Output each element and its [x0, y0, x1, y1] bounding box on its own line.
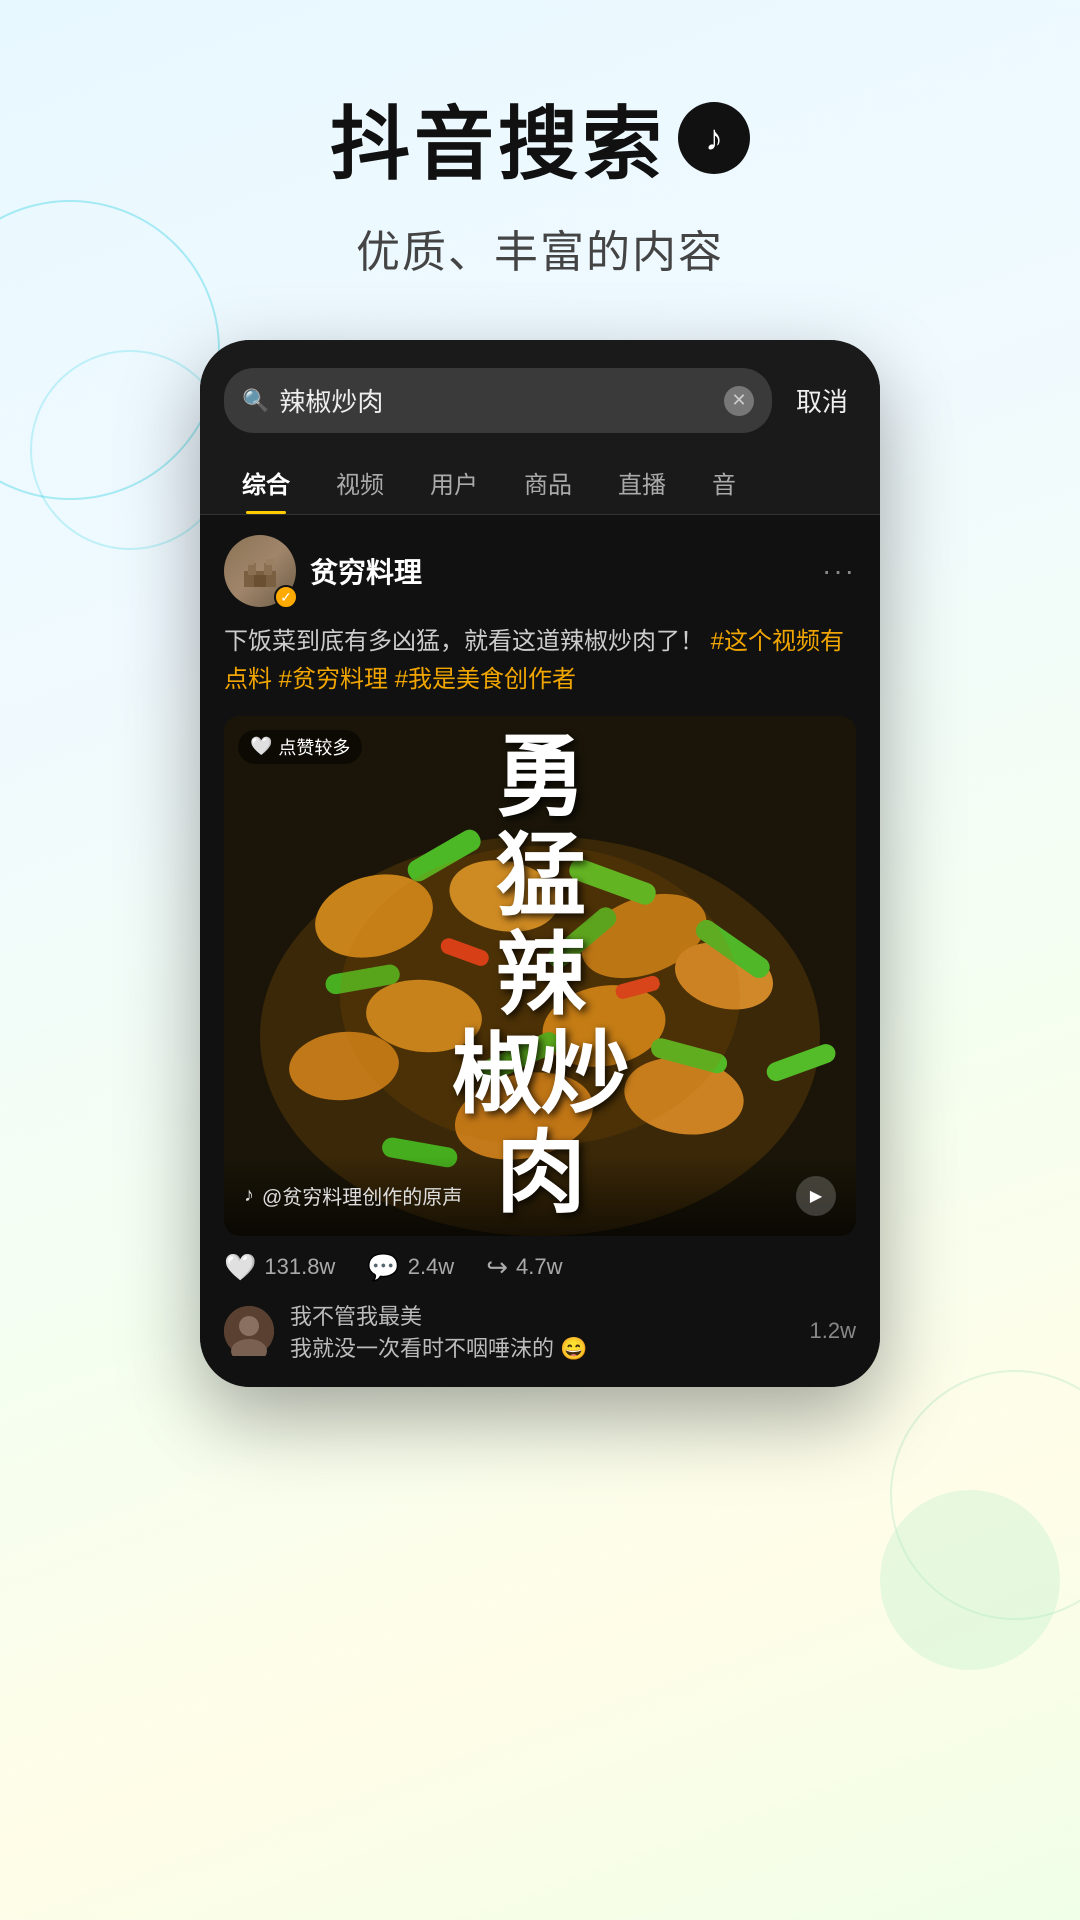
share-count: 4.7w	[516, 1254, 562, 1280]
post-text: 下饭菜到底有多凶猛，就看这道辣椒炒肉了！ #这个视频有点料 #贫穷料理 #我是美…	[224, 623, 856, 700]
search-cancel-button[interactable]: 取消	[788, 382, 856, 419]
tiktok-small-icon: ♪	[244, 1184, 254, 1207]
commenter-name[interactable]: 我不管我最美	[290, 1304, 422, 1329]
comment-icon: 💬	[367, 1252, 399, 1283]
video-image-area: 勇猛辣椒炒肉 ♪ @贫穷料理创作的原声 ▶	[224, 716, 856, 1236]
search-bar-area: 🔍 辣椒炒肉 ✕ 取消	[200, 340, 880, 449]
like-count: 131.8w	[264, 1254, 335, 1280]
action-bar: 🤍 131.8w 💬 2.4w ↪ 4.7w	[224, 1252, 856, 1283]
tab-audio[interactable]: 音	[694, 449, 754, 514]
video-thumbnail[interactable]: 🤍 点赞较多	[224, 716, 856, 1236]
video-calligraphy-text: 勇猛辣椒炒肉	[452, 728, 628, 1223]
badge-heart-icon: 🤍	[250, 736, 272, 757]
hashtag-2[interactable]: #贫穷料理	[279, 666, 388, 693]
video-source-info: ♪ @贫穷料理创作的原声	[244, 1181, 462, 1210]
video-source-text: @贫穷料理创作的原声	[262, 1181, 462, 1210]
play-button[interactable]: ▶	[796, 1176, 836, 1216]
video-badge: 🤍 点赞较多	[238, 730, 362, 764]
title-row: 抖音搜索 ♪	[0, 80, 1080, 196]
phone-container: 🔍 辣椒炒肉 ✕ 取消 综合 视频 用户 商品 直播 音	[0, 340, 1080, 1387]
tab-video[interactable]: 视频	[318, 449, 402, 514]
hashtag-3[interactable]: #我是美食创作者	[395, 666, 576, 693]
phone-mockup: 🔍 辣椒炒肉 ✕ 取消 综合 视频 用户 商品 直播 音	[200, 340, 880, 1387]
comment-preview-count: 1.2w	[810, 1318, 856, 1344]
user-avatar-wrap[interactable]: ✓	[224, 535, 296, 607]
tabs-row: 综合 视频 用户 商品 直播 音	[200, 449, 880, 515]
like-icon: 🤍	[224, 1252, 256, 1283]
comment-preview-row: 我不管我最美 我就没一次看时不咽唾沫的 😄 1.2w	[224, 1299, 856, 1367]
page-header: 抖音搜索 ♪ 优质、丰富的内容	[0, 0, 1080, 320]
search-input-wrap[interactable]: 🔍 辣椒炒肉 ✕	[224, 368, 772, 433]
verified-badge: ✓	[274, 585, 298, 609]
comment-body: 我就没一次看时不咽唾沫的 😄	[290, 1336, 588, 1361]
like-action[interactable]: 🤍 131.8w	[224, 1252, 335, 1283]
subtitle: 优质、丰富的内容	[0, 216, 1080, 280]
tab-user[interactable]: 用户	[412, 449, 496, 514]
tab-live[interactable]: 直播	[600, 449, 684, 514]
content-area: ✓ 贫穷料理 ··· 下饭菜到底有多凶猛，就看这道辣椒炒肉了！ #这个视频有点料…	[200, 515, 880, 1387]
commenter-avatar	[224, 1306, 274, 1356]
more-options-button[interactable]: ···	[822, 555, 856, 587]
comment-preview-text: 我不管我最美 我就没一次看时不咽唾沫的 😄	[290, 1299, 794, 1363]
comment-count: 2.4w	[408, 1254, 454, 1280]
share-icon: ↪	[486, 1252, 508, 1283]
tiktok-logo-badge: ♪	[678, 102, 750, 174]
search-clear-button[interactable]: ✕	[724, 386, 754, 416]
tab-comprehensive[interactable]: 综合	[224, 449, 308, 514]
main-title: 抖音搜索	[330, 80, 666, 196]
username[interactable]: 贫穷料理	[310, 551, 422, 591]
tiktok-logo-icon: ♪	[705, 117, 723, 159]
share-action[interactable]: ↪ 4.7w	[486, 1252, 562, 1283]
badge-label: 点赞较多	[278, 734, 350, 760]
user-info-left: ✓ 贫穷料理	[224, 535, 422, 607]
search-query-text[interactable]: 辣椒炒肉	[279, 382, 714, 419]
post-body-text: 下饭菜到底有多凶猛，就看这道辣椒炒肉了！	[224, 628, 704, 655]
bg-decoration-blob	[880, 1490, 1060, 1670]
search-icon: 🔍	[242, 388, 269, 414]
tab-goods[interactable]: 商品	[506, 449, 590, 514]
comment-action[interactable]: 💬 2.4w	[367, 1252, 454, 1283]
user-card: ✓ 贫穷料理 ···	[224, 535, 856, 607]
